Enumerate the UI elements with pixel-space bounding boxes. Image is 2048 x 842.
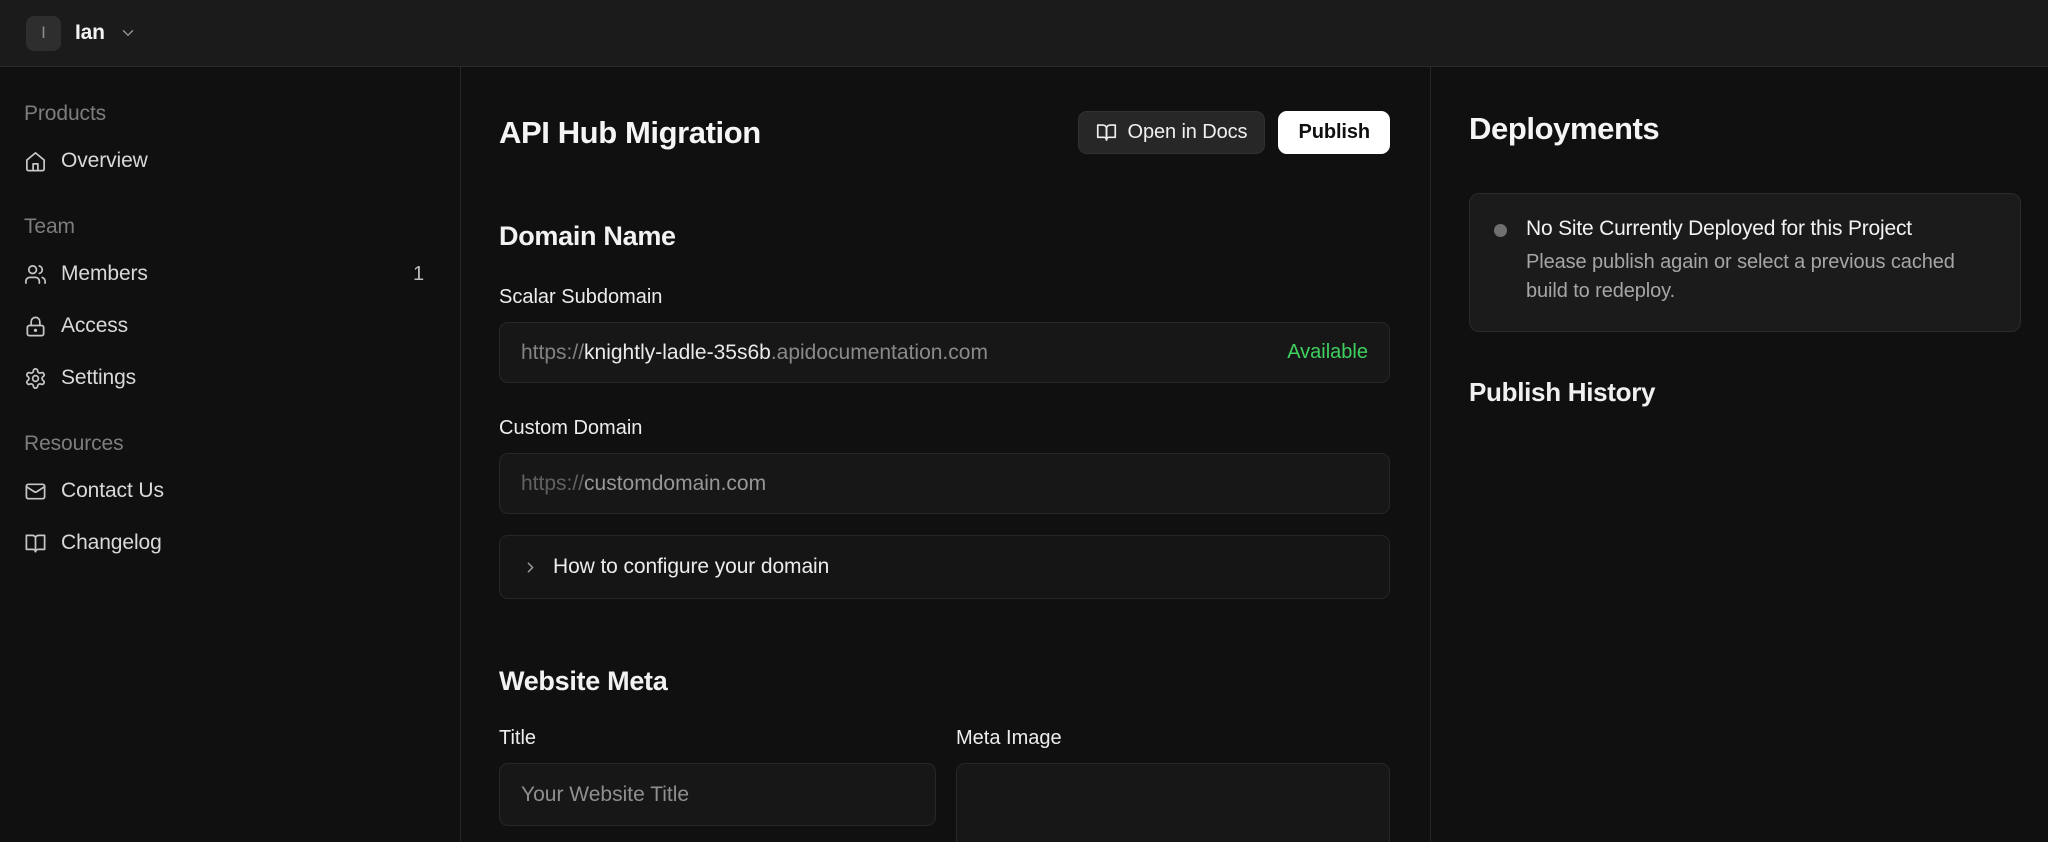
sidebar-item-settings[interactable]: Settings: [24, 352, 436, 404]
lock-icon: [24, 315, 47, 338]
no-deployment-notice: No Site Currently Deployed for this Proj…: [1469, 193, 2021, 332]
custom-domain-placeholder-scheme: https://: [521, 471, 585, 495]
sidebar-item-access[interactable]: Access: [24, 300, 436, 352]
avatar: I: [26, 15, 61, 51]
sidebar-section-label: Team: [24, 215, 75, 238]
sidebar-item-label: Contact Us: [61, 479, 164, 502]
topbar: I Ian: [0, 0, 2048, 67]
status-dot-icon: [1494, 224, 1507, 237]
sidebar-item-changelog[interactable]: Changelog: [24, 517, 436, 569]
deployments-heading: Deployments: [1469, 111, 1660, 146]
account-switcher[interactable]: I Ian: [26, 15, 137, 51]
subdomain-value: knightly-ladle-35s6b: [584, 340, 771, 364]
users-icon: [24, 263, 47, 286]
gear-icon: [24, 367, 47, 390]
sidebar-item-label: Changelog: [61, 531, 162, 554]
mail-icon: [24, 480, 47, 503]
sidebar: Products Overview Team Members 1 Access …: [0, 67, 461, 842]
publish-history-heading: Publish History: [1469, 377, 1656, 407]
home-icon: [24, 150, 47, 173]
subdomain-suffix: .apidocumentation.com: [770, 340, 988, 364]
notice-title: No Site Currently Deployed for this Proj…: [1526, 217, 1912, 240]
sidebar-item-members[interactable]: Members 1: [24, 248, 436, 300]
open-in-docs-label: Open in Docs: [1127, 121, 1248, 143]
deployments-panel: Deployments No Site Currently Deployed f…: [1431, 67, 2048, 842]
website-title-input[interactable]: Your Website Title: [499, 763, 936, 826]
sidebar-section-team: Team Members 1 Access Settings: [24, 206, 436, 404]
sidebar-section-resources: Resources Contact Us Changelog: [24, 423, 436, 569]
website-meta-heading: Website Meta: [499, 666, 668, 696]
scalar-subdomain-label: Scalar Subdomain: [499, 286, 663, 308]
sidebar-item-overview[interactable]: Overview: [24, 135, 436, 187]
availability-status: Available: [1287, 341, 1368, 363]
sidebar-section-label: Products: [24, 102, 107, 125]
meta-image-upload[interactable]: [956, 763, 1390, 842]
title-label: Title: [499, 727, 537, 749]
sidebar-item-contact-us[interactable]: Contact Us: [24, 465, 436, 517]
page-title: API Hub Migration: [499, 114, 761, 150]
sidebar-item-label: Overview: [61, 149, 148, 172]
sidebar-section-products: Products Overview: [24, 93, 436, 187]
sidebar-item-label: Access: [61, 314, 129, 337]
subdomain-scheme: https://: [521, 340, 585, 364]
notice-description: Please publish again or select a previou…: [1526, 251, 1955, 302]
website-title-placeholder: Your Website Title: [521, 782, 690, 806]
chevron-right-icon: [522, 559, 539, 576]
meta-image-label: Meta Image: [956, 727, 1062, 749]
open-in-docs-button[interactable]: Open in Docs: [1078, 111, 1266, 154]
publish-button[interactable]: Publish: [1278, 111, 1390, 154]
sidebar-section-label: Resources: [24, 432, 124, 455]
sidebar-item-label: Settings: [61, 366, 137, 389]
custom-domain-input[interactable]: https://customdomain.com: [499, 453, 1390, 514]
custom-domain-label: Custom Domain: [499, 417, 643, 439]
scalar-subdomain-input[interactable]: https://knightly-ladle-35s6b .apidocument…: [499, 322, 1390, 383]
members-count-badge: 1: [412, 262, 424, 285]
project-settings-panel: API Hub Migration Open in Docs Publish D…: [461, 67, 1431, 842]
book-icon: [24, 532, 47, 555]
sidebar-item-label: Members: [61, 262, 148, 285]
domain-name-heading: Domain Name: [499, 221, 676, 251]
configure-domain-disclosure[interactable]: How to configure your domain: [499, 535, 1390, 599]
chevron-down-icon: [119, 24, 137, 42]
configure-domain-label: How to configure your domain: [553, 555, 830, 578]
book-open-icon: [1096, 122, 1117, 143]
custom-domain-placeholder-host: customdomain.com: [584, 471, 767, 495]
account-name: Ian: [75, 21, 105, 44]
